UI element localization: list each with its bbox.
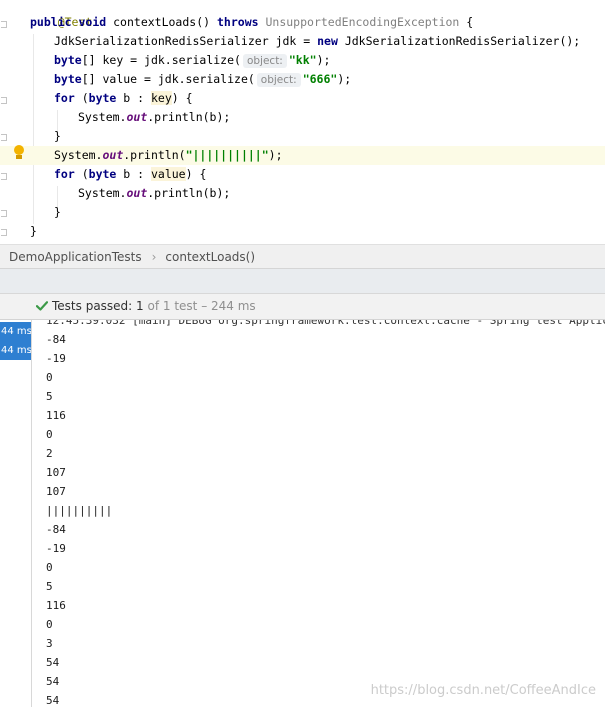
console-output[interactable]: 12:45:39.032 [main] DEBUG org.springfram… [33,320,605,707]
code-line-close-brace: } [0,203,605,222]
keyword-byte: byte [54,53,82,67]
code-line-key-decl: byte[] key = jdk.serialize(object: "kk"); [0,51,605,70]
loop-var: b : [116,167,151,181]
exception-type: UnsupportedEncodingException [265,15,460,29]
variable-key: key [150,91,172,105]
breadcrumb-class[interactable]: DemoApplicationTests [9,250,142,264]
keyword-void: void [78,15,107,29]
close-brace: } [30,224,37,238]
tool-window-header [0,269,605,294]
console-line: 0 [46,371,53,384]
test-tree-row[interactable]: 44 ms [0,322,31,341]
console-line: -19 [46,352,66,365]
keyword-byte: byte [88,91,117,105]
println-call: .println(b); [147,110,231,124]
test-tree[interactable]: 44 ms 44 ms [0,320,32,707]
serializer-type: JdkSerializationRedisSerializer [54,34,269,48]
console-line: 0 [46,428,53,441]
lightbulb-icon[interactable] [13,145,25,161]
println-call: .println(b); [147,186,231,200]
key-expression: [] key = jdk.serialize( [81,53,241,67]
variable-value: value [150,167,186,181]
breadcrumb-separator-icon: › [151,250,157,264]
assignment: jdk = [268,34,318,48]
parameter-hint: object: [242,54,287,68]
out-field: out [102,148,124,162]
console-line: -19 [46,542,66,555]
constructor-call: JdkSerializationRedisSerializer(); [344,34,581,48]
out-field: out [126,186,148,200]
console-line: 116 [46,599,66,612]
out-field: out [126,110,148,124]
code-line-close-brace: } [0,127,605,146]
close-brace: } [54,205,61,219]
loop-open: ( [74,91,89,105]
console-line: 0 [46,561,53,574]
console-line: 0 [46,618,53,631]
code-line-println-b: System.out.println(b); [0,108,605,127]
code-editor[interactable]: @Test public void contextLoads() throws … [0,0,605,244]
keyword-throws: throws [217,15,259,29]
code-line-serializer-decl: JdkSerializationRedisSerializer jdk = ne… [0,32,605,51]
keyword-byte: byte [54,72,82,86]
tests-passed-count: 1 [136,299,144,313]
test-tree-row[interactable]: 44 ms [0,341,31,360]
method-name: contextLoads() [113,15,211,29]
bulb-base [16,155,22,159]
console-line: 2 [46,447,53,460]
bulb-glass [14,145,24,155]
code-line-value-decl: byte[] value = jdk.serialize(object: "666… [0,70,605,89]
console-line: |||||||||| [46,504,113,517]
console-line: 3 [46,637,53,650]
statement-end: ); [316,53,331,67]
console-line: 54 [46,675,60,688]
loop-var: b : [116,91,151,105]
console-line: -84 [46,333,66,346]
breadcrumb: DemoApplicationTests › contextLoads() [0,244,605,269]
code-line-for-key: for (byte b : key) { [0,89,605,108]
tests-passed-detail: of 1 test – 244 ms [147,299,256,313]
keyword-for: for [54,167,75,181]
code-line-close-method: } [0,222,605,241]
keyword-public: public [30,15,72,29]
println-call: .println( [123,148,186,162]
loop-close: ) { [185,167,207,181]
open-brace: { [466,15,474,29]
keyword-new: new [317,34,338,48]
parameter-hint: object: [256,73,301,87]
console-line: 116 [46,409,66,422]
check-icon [36,301,48,311]
close-brace: } [54,129,61,143]
string-literal: "kk" [288,53,317,67]
keyword-byte: byte [88,167,117,181]
code-line-for-value: for (byte b : value) { [0,165,605,184]
code-line-annotation: @Test [0,0,605,29]
system-class: System. [78,186,127,200]
breadcrumb-method[interactable]: contextLoads() [165,250,255,264]
test-status-bar: Tests passed: 1 of 1 test – 244 ms [0,294,605,320]
code-line-method-signature: public void contextLoads() throws Unsupp… [0,13,605,32]
console-line: 107 [46,485,66,498]
keyword-for: for [54,91,75,105]
system-class: System. [78,110,127,124]
console-line: 54 [46,656,60,669]
console-line: 107 [46,466,66,479]
code-line-println-separator: System.out.println("||||||||||"); [0,146,605,165]
system-class: System. [54,148,103,162]
console-line: 5 [46,580,53,593]
watermark: https://blog.csdn.net/CoffeeAndIce [370,683,596,698]
console-line: -84 [46,523,66,536]
statement-end: ); [268,148,283,162]
console-line: 5 [46,390,53,403]
string-literal: "||||||||||" [185,148,269,162]
loop-close: ) { [171,91,193,105]
console-log-line: 12:45:39.032 [main] DEBUG org.springfram… [46,320,605,327]
value-expression: [] value = jdk.serialize( [81,72,255,86]
code-line-println-b: System.out.println(b); [0,184,605,203]
string-literal: "666" [302,72,338,86]
statement-end: ); [337,72,352,86]
console-line: 54 [46,694,60,707]
tests-passed-label: Tests passed: [52,299,133,313]
loop-open: ( [74,167,89,181]
